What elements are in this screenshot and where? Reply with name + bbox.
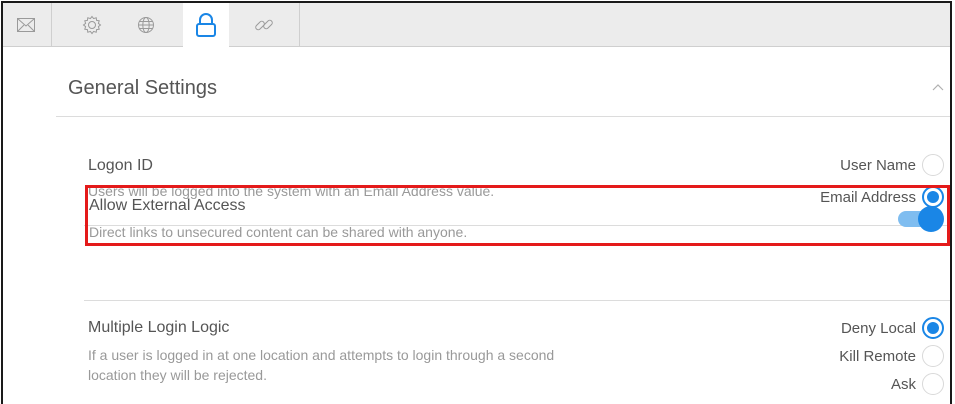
setting-title: Allow External Access (89, 197, 246, 214)
option-ask[interactable]: Ask (891, 373, 944, 395)
settings-panel: General Settings Logon ID Users will be … (1, 1, 952, 404)
setting-allow-external-access: Allow External Access Direct links to un… (85, 185, 950, 246)
radio-deny-local[interactable] (922, 317, 944, 339)
setting-description-line: location they will be rejected. (88, 367, 267, 383)
tab-globe[interactable] (123, 3, 169, 46)
option-label: Deny Local (840, 319, 916, 337)
section-header[interactable]: General Settings (56, 47, 950, 117)
option-user-name[interactable]: User Name (840, 154, 944, 176)
divider (84, 300, 950, 301)
tab-security[interactable] (183, 3, 229, 47)
option-label: Kill Remote (839, 347, 916, 365)
option-label: User Name (840, 156, 916, 174)
tab-settings[interactable] (69, 3, 115, 46)
option-kill-remote[interactable]: Kill Remote (839, 345, 944, 367)
radio-kill-remote[interactable] (922, 345, 944, 367)
mail-icon (17, 17, 35, 32)
tab-divider (299, 3, 300, 46)
tab-divider (51, 3, 52, 46)
section-title: General Settings (68, 77, 217, 99)
tab-mail[interactable] (3, 3, 49, 46)
tab-link[interactable] (241, 3, 287, 46)
setting-description: Direct links to unsecured content can be… (89, 224, 468, 240)
option-label: Ask (890, 375, 916, 393)
tab-bar (3, 3, 950, 47)
globe-icon (138, 16, 154, 33)
link-icon (255, 19, 273, 30)
radio-ask[interactable] (922, 373, 944, 395)
lock-icon (196, 13, 216, 37)
option-deny-local[interactable]: Deny Local (841, 317, 944, 339)
chevron-up-icon[interactable] (932, 83, 944, 91)
setting-multiple-login: Multiple Login Logic If a user is logged… (84, 305, 950, 404)
toggle-knob (918, 206, 944, 232)
gear-icon (82, 15, 102, 34)
external-access-toggle[interactable] (896, 206, 946, 232)
setting-title: Multiple Login Logic (88, 319, 230, 336)
setting-description-line: If a user is logged in at one location a… (88, 347, 555, 363)
radio-user-name[interactable] (922, 154, 944, 176)
setting-title: Logon ID (88, 157, 153, 174)
